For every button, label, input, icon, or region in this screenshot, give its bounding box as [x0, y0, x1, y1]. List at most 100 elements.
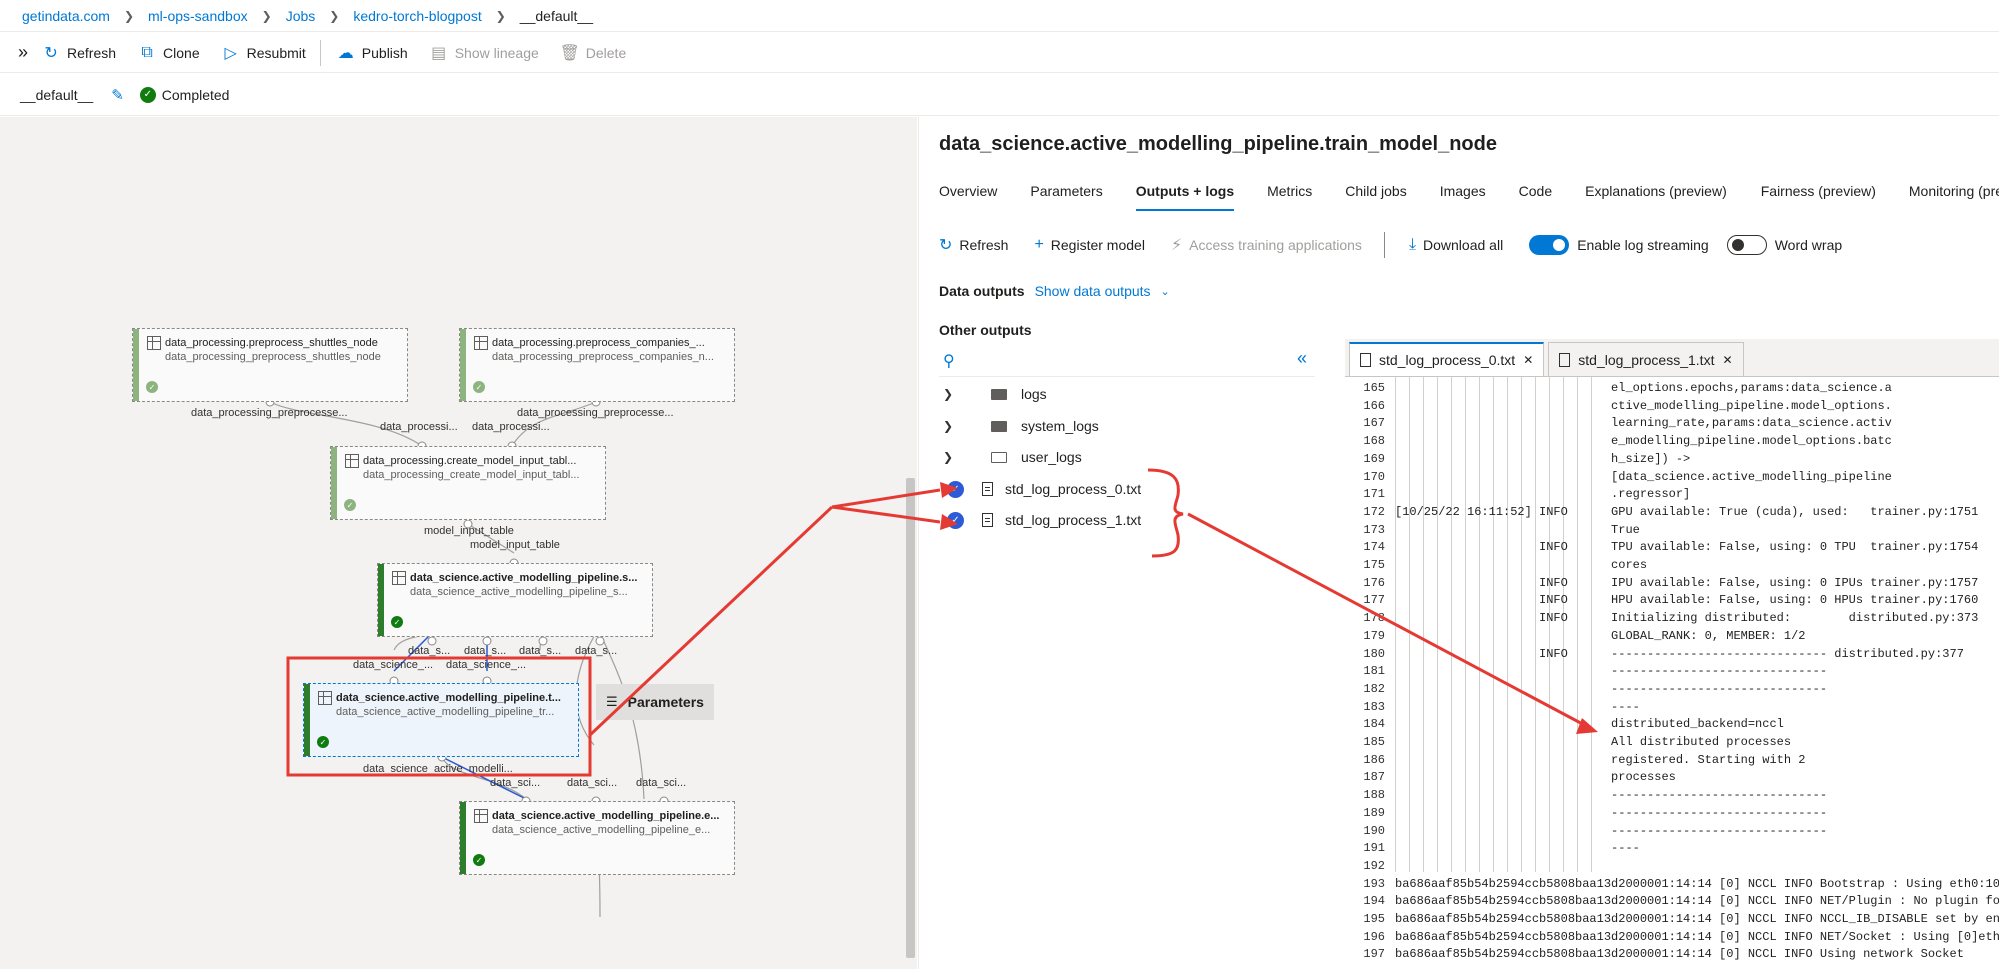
register-model-button[interactable]: + Register model — [1034, 236, 1145, 254]
delete-button[interactable]: 🗑 Delete — [560, 43, 627, 63]
expand-panel-button[interactable]: » — [18, 42, 28, 63]
tree-folder-user-logs[interactable]: ❯ user_logs — [939, 445, 1082, 469]
file-tabs: std_log_process_0.txt ✕ std_log_process_… — [1345, 339, 1999, 377]
close-icon[interactable]: ✕ — [1722, 353, 1732, 367]
node-details-panel: data_science.active_modelling_pipeline.t… — [918, 117, 1999, 969]
canvas-scrollbar[interactable] — [906, 478, 915, 958]
outputs-refresh-button[interactable]: ↻ Refresh — [939, 235, 1008, 255]
log-line: 165 el_options.epochs,params:data_scienc… — [1335, 380, 1892, 398]
close-icon[interactable]: ✕ — [1523, 353, 1533, 367]
line-number: 182 — [1363, 681, 1385, 696]
tab-outputs-logs[interactable]: Outputs + logs — [1135, 179, 1235, 215]
port-label: data_s... — [519, 645, 562, 657]
node-split-data[interactable]: data_science.active_modelling_pipeline.s… — [377, 563, 653, 637]
node-train-model[interactable]: data_science.active_modelling_pipeline.t… — [303, 683, 579, 757]
node-preprocess-shuttles[interactable]: data_processing.preprocess_shuttles_node… — [132, 328, 408, 402]
log-text: processes — [1395, 770, 1676, 785]
log-line: 184 distributed_backend=nccl — [1335, 716, 1783, 734]
log-line: 189 ------------------------------ — [1335, 805, 1827, 823]
collapse-icon[interactable]: « — [1297, 348, 1307, 369]
line-number: 179 — [1363, 628, 1385, 643]
log-line: 192 — [1335, 858, 1395, 876]
tab-parameters[interactable]: Parameters — [1030, 179, 1102, 215]
tab-overview[interactable]: Overview — [939, 179, 997, 215]
log-line: 179 GLOBAL_RANK: 0, MEMBER: 1/2 — [1335, 628, 1805, 646]
log-line: 191 ---- — [1335, 840, 1640, 858]
log-line: 180 INFO ------------------------------ … — [1335, 646, 1964, 664]
log-text: ba686aaf85b54b2594ccb5808baa13d2000001:1… — [1395, 894, 1999, 909]
log-text: [10/25/22 16:11:52] INFO GPU available: … — [1395, 504, 1979, 519]
tab-metrics[interactable]: Metrics — [1267, 179, 1312, 215]
log-text: cores — [1395, 558, 1648, 572]
node-evaluate-model[interactable]: data_science.active_modelling_pipeline.e… — [459, 801, 735, 875]
line-number: 194 — [1363, 894, 1385, 909]
data-outputs-label: Data outputs — [939, 283, 1025, 299]
breadcrumb-jobs[interactable]: Jobs — [286, 8, 316, 24]
tree-file-std-log-0[interactable]: ✓ std_log_process_0.txt — [939, 477, 1141, 501]
log-text: e_modelling_pipeline.model_options.batc — [1395, 434, 1892, 449]
chevron-down-icon[interactable]: ⌄ — [1161, 285, 1170, 298]
plus-icon: + — [1034, 236, 1044, 253]
line-number: 177 — [1363, 593, 1385, 608]
chevron-right-icon[interactable]: ❯ — [943, 450, 963, 464]
access-training-apps-button[interactable]: ⚡ Access training applications — [1171, 235, 1362, 255]
port-label: model_input_table — [424, 525, 514, 537]
log-text: INFO ------------------------------ dist… — [1395, 646, 1964, 661]
tree-folder-logs[interactable]: ❯ logs — [939, 382, 1047, 406]
port-label: data_processing_preprocesse... — [517, 407, 674, 419]
sliders-icon: ☰ — [606, 694, 618, 709]
tree-file-std-log-1[interactable]: ✓ std_log_process_1.txt — [939, 508, 1141, 532]
toolbar-divider — [1383, 232, 1385, 258]
breadcrumb-experiment[interactable]: kedro-torch-blogpost — [353, 8, 481, 24]
show-data-outputs-link[interactable]: Show data outputs — [1035, 283, 1151, 299]
tab-code[interactable]: Code — [1519, 179, 1552, 215]
port-label: data_s... — [408, 645, 451, 657]
log-text: ---- — [1395, 841, 1640, 856]
other-outputs-label: Other outputs — [939, 322, 1032, 338]
port-label: data_sci... — [567, 777, 618, 789]
tab-images[interactable]: Images — [1440, 179, 1486, 215]
word-wrap-toggle[interactable]: Word wrap — [1726, 235, 1842, 255]
log-line: 183 ---- — [1335, 699, 1639, 717]
file-tab-std-log-1[interactable]: std_log_process_1.txt ✕ — [1548, 342, 1744, 376]
log-line: 166 ctive_modelling_pipeline.model_optio… — [1335, 398, 1892, 416]
tab-child-jobs[interactable]: Child jobs — [1345, 179, 1406, 215]
clone-button[interactable]: ⧉ Clone — [138, 44, 199, 62]
log-viewer[interactable]: 165 el_options.epochs,params:data_scienc… — [1335, 377, 1999, 969]
log-line: 197 ba686aaf85b54b2594ccb5808baa13d200000… — [1335, 946, 1964, 964]
breadcrumb-project[interactable]: ml-ops-sandbox — [148, 8, 248, 24]
tree-folder-system-logs[interactable]: ❯ system_logs — [939, 414, 1099, 438]
selected-check-icon[interactable]: ✓ — [947, 511, 964, 529]
chevron-right-icon[interactable]: ❯ — [943, 419, 963, 433]
show-lineage-button[interactable]: ▤ Show lineage — [430, 43, 539, 63]
resubmit-button[interactable]: ▷ Resubmit — [222, 43, 305, 63]
tab-explanations[interactable]: Explanations (preview) — [1585, 179, 1727, 215]
line-number: 185 — [1363, 735, 1385, 749]
selected-check-icon[interactable]: ✓ — [947, 480, 964, 498]
pipeline-graph-canvas[interactable]: data_processing.preprocess_shuttles_node… — [0, 117, 917, 969]
log-line: 174 INFO TPU available: False, using: 0 … — [1335, 539, 1978, 557]
log-streaming-toggle[interactable]: Enable log streaming — [1529, 235, 1709, 255]
toggle-switch-on — [1529, 235, 1570, 255]
line-number: 166 — [1363, 398, 1385, 413]
download-all-button[interactable]: ⤓ Download all — [1409, 236, 1503, 254]
edit-icon[interactable]: ✎ — [111, 86, 124, 104]
node-preprocess-companies[interactable]: data_processing.preprocess_companies_...… — [459, 328, 735, 402]
tab-monitoring[interactable]: Monitoring (preview) — [1909, 179, 1999, 215]
breadcrumb-current: __default__ — [519, 7, 593, 24]
publish-button[interactable]: ☁ Publish — [337, 43, 408, 63]
tab-fairness[interactable]: Fairness (preview) — [1761, 179, 1876, 215]
breadcrumb-workspace[interactable]: getindata.com — [22, 8, 110, 24]
line-number: 196 — [1363, 929, 1385, 944]
parameters-chip[interactable]: ☰ Parameters — [596, 684, 714, 720]
port-label: data_science_... — [446, 659, 527, 671]
chevron-right-icon[interactable]: ❯ — [943, 387, 963, 401]
folder-open-icon — [991, 451, 1007, 463]
status-text: Completed — [161, 86, 230, 103]
refresh-button[interactable]: ↻ Refresh — [42, 43, 116, 63]
log-text: True — [1395, 522, 1640, 537]
line-number: 186 — [1363, 752, 1385, 767]
file-tab-std-log-0[interactable]: std_log_process_0.txt ✕ — [1349, 342, 1545, 376]
node-create-model-input[interactable]: data_processing.create_model_input_tabl.… — [330, 446, 606, 520]
search-icon[interactable]: ⚲ — [943, 351, 955, 371]
